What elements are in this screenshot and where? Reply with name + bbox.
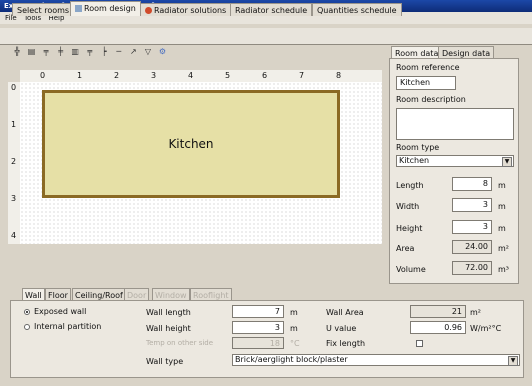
wall-type-label: Wall type [146,357,184,366]
ruler-y-0: 0 [11,83,17,92]
room-description-field[interactable] [396,108,514,140]
room-type-label: Room type [396,143,440,152]
ruler-x-7: 7 [299,71,305,80]
tab-radiator-schedule[interactable]: Radiator schedule [230,3,313,16]
chevron-down-icon: ▼ [502,157,512,167]
area-unit: m² [498,244,509,253]
room-type-select[interactable]: Kitchen ▼ [396,155,514,167]
ruler-y-1: 1 [11,120,17,129]
tab-room-design[interactable]: Room design [70,1,141,16]
add-window-icon[interactable]: ╤ [85,47,95,57]
length-unit: m [498,181,506,190]
line-icon[interactable]: ─ [114,47,124,57]
room-name-label: Kitchen [168,137,214,151]
width-unit: m [498,202,506,211]
wall-area-field: 21 [410,305,466,318]
filter-icon[interactable]: ▽ [143,47,153,57]
exposed-wall-label: Exposed wall [34,307,87,316]
length-field[interactable]: 8 [452,177,492,191]
room-description-label: Room description [396,95,466,104]
delete-wall-icon[interactable]: ▤ [27,47,37,57]
internal-partition-label: Internal partition [34,322,102,331]
wall-length-label: Wall length [146,308,191,317]
split-wall-icon[interactable]: ╤ [41,47,51,57]
ruler-x-0: 0 [40,71,46,80]
exposed-wall-radio[interactable] [24,309,30,315]
chevron-down-icon: ▼ [508,356,518,366]
wall-type-select[interactable]: Brick/aerglight block/plaster ▼ [232,354,520,366]
wall-length-field[interactable]: 7 [232,305,284,318]
settings-icon[interactable]: ⚙ [157,47,167,57]
add-wall-icon[interactable]: ╬ [12,47,22,57]
wall-area-label: Wall Area [326,308,364,317]
u-value-unit: W/m²°C [470,324,502,333]
u-value-label: U value [326,324,357,333]
wall-height-unit: m [290,324,298,333]
measure-icon[interactable]: ┝ [99,47,109,57]
select-arrow-icon[interactable]: ↗ [128,47,138,57]
fix-length-checkbox[interactable] [416,340,423,347]
height-field[interactable]: 3 [452,220,492,234]
radiator-icon [145,7,152,14]
add-door-icon[interactable]: ▥ [70,47,80,57]
volume-field: 72.00 [452,261,492,275]
ruler-x-3: 3 [151,71,157,80]
ruler-x-1: 1 [77,71,83,80]
area-field: 24.00 [452,240,492,254]
ruler-x-4: 4 [188,71,194,80]
wall-height-label: Wall height [146,324,191,333]
room-reference-field[interactable]: Kitchen [396,76,456,90]
temp-other-side-label: Temp on other side [146,339,214,347]
width-label: Width [396,202,420,211]
ruler-x-5: 5 [225,71,231,80]
area-label: Area [396,244,415,253]
room-rectangle[interactable]: Kitchen [42,90,340,198]
temp-other-side-unit: °C [290,339,300,348]
design-toolbar: ╬ ▤ ╤ ╪ ▥ ╤ ┝ ─ ↗ ▽ ⚙ [12,47,169,61]
length-label: Length [396,181,424,190]
volume-label: Volume [396,265,426,274]
volume-unit: m³ [498,265,509,274]
ruler-y-2: 2 [11,157,17,166]
ruler-x-6: 6 [262,71,268,80]
room-reference-label: Room reference [396,63,460,72]
wall-height-field[interactable]: 3 [232,321,284,334]
temp-other-side-field: 18 [232,337,284,349]
u-value-field[interactable]: 0.96 [410,321,466,334]
ruler-x-2: 2 [114,71,120,80]
tab-radiator-solutions[interactable]: Radiator solutions [140,3,232,16]
width-field[interactable]: 3 [452,198,492,212]
ruler-y-4: 4 [11,231,17,240]
wall-length-unit: m [290,308,298,317]
main-tab-bar [0,28,532,45]
ruler-y-3: 3 [11,194,17,203]
internal-partition-radio[interactable] [24,324,30,330]
height-unit: m [498,224,506,233]
ruler-x-8: 8 [336,71,342,80]
room-design-icon [75,5,82,12]
tab-quantities-schedule[interactable]: Quantities schedule [312,3,402,16]
join-wall-icon[interactable]: ╪ [56,47,66,57]
wall-area-unit: m² [470,308,481,317]
tab-select-rooms[interactable]: Select rooms [12,3,75,16]
height-label: Height [396,224,423,233]
fix-length-label: Fix length [326,339,366,348]
